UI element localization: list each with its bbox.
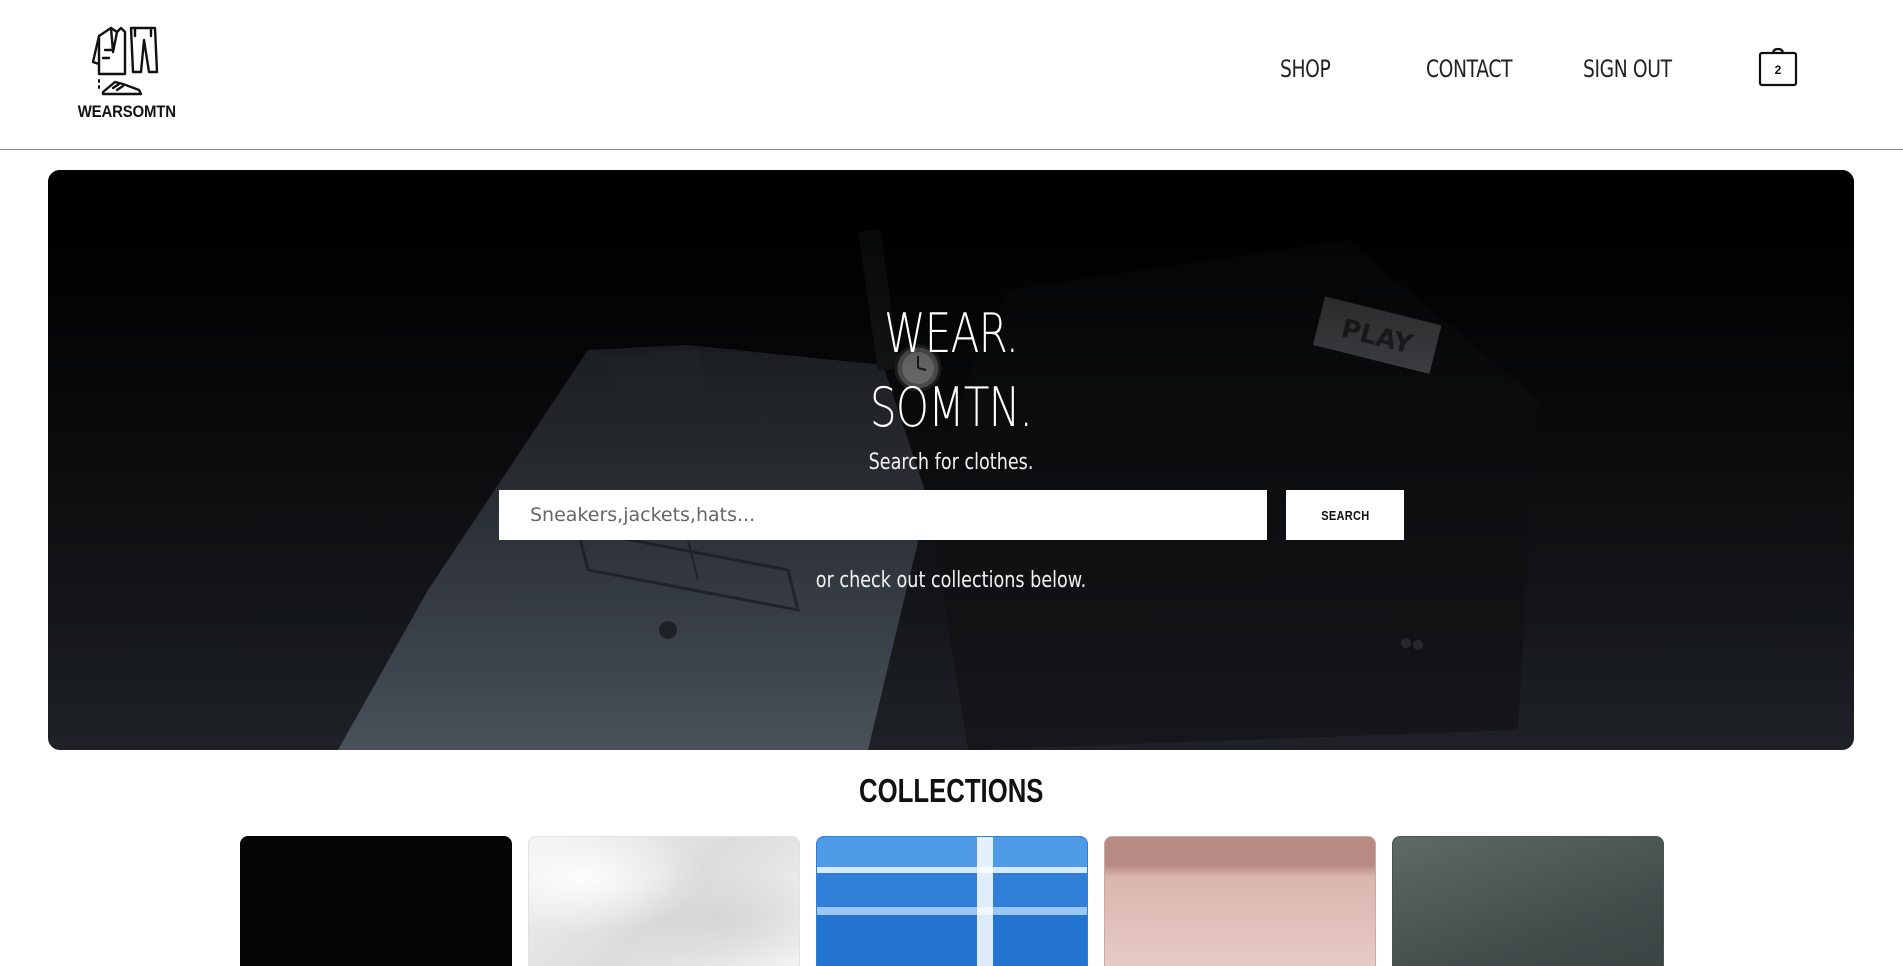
collection-card[interactable] [1392, 836, 1664, 966]
brand-logo[interactable]: WEARSOMTN [72, 22, 182, 122]
collection-card[interactable] [816, 836, 1088, 966]
cart-count-badge: 2 [1774, 63, 1782, 77]
collections-heading: COLLECTIONS [859, 772, 1044, 809]
site-header: WEARSOMTN SHOP CONTACT SIGN OUT 2 [0, 0, 1903, 150]
nav-contact-link[interactable]: CONTACT [1426, 55, 1512, 83]
search-button[interactable]: SEARCH [1286, 490, 1404, 540]
brand-name: WEARSOMTN [77, 102, 177, 121]
collection-card[interactable] [240, 836, 512, 966]
clothing-logo-icon [91, 26, 159, 96]
collections-hint: or check out collections below. [815, 568, 1087, 593]
hero-title-line1: WEAR. [883, 302, 1019, 365]
collection-card[interactable] [528, 836, 800, 966]
cart-button[interactable]: 2 [1756, 46, 1800, 90]
collection-card[interactable] [1104, 836, 1376, 966]
nav-shop-link[interactable]: SHOP [1280, 55, 1331, 83]
hero-banner: PLAY WEAR. SOMTN. Search for clothes. SE… [48, 170, 1854, 750]
hero-title-line2: SOMTN. [869, 376, 1033, 439]
hero-subtitle: Search for clothes. [868, 450, 1034, 475]
nav-sign-out-link[interactable]: SIGN OUT [1583, 55, 1672, 83]
search-input[interactable] [499, 490, 1267, 540]
